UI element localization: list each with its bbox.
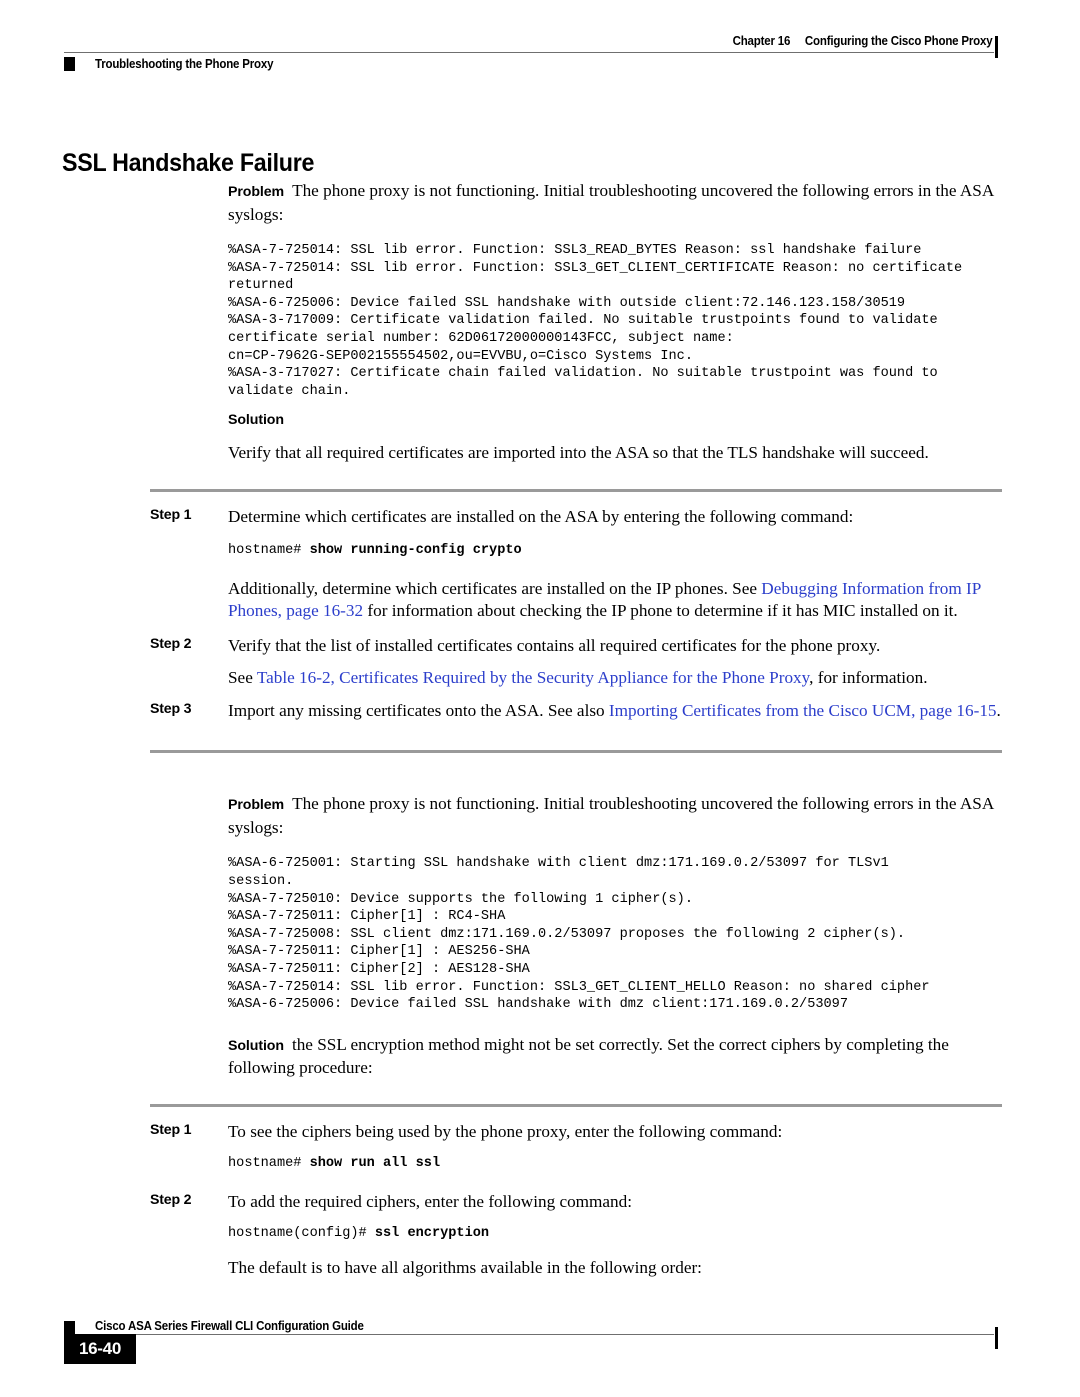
followup-post: for information about checking the IP ph… bbox=[363, 601, 958, 621]
step-text: Determine which certificates are install… bbox=[228, 506, 854, 526]
problem-text-1: The phone proxy is not functioning. Init… bbox=[228, 181, 994, 224]
header-chapter-number: Chapter 16 bbox=[732, 34, 790, 48]
syslog-line: validate chain. bbox=[228, 383, 351, 399]
header-chapter: Chapter 16 Configuring the Cisco Phone Pr… bbox=[732, 34, 992, 48]
cli-command-text: show run all ssl bbox=[309, 1156, 441, 1172]
header-chapter-title: Configuring the Cisco Phone Proxy bbox=[804, 34, 992, 48]
syslog-line: %ASA-7-725011: Cipher[1] : RC4-SHA bbox=[228, 909, 506, 925]
page-header: Chapter 16 Configuring the Cisco Phone Pr… bbox=[0, 0, 1080, 88]
page-title: SSL Handshake Failure bbox=[62, 148, 315, 177]
problem-label-2: Problem bbox=[228, 797, 285, 814]
solution-text-2: the SSL encryption method might not be s… bbox=[228, 1034, 949, 1078]
step-label: Step 1 bbox=[150, 1121, 192, 1138]
solution-text-1: Verify that all required certificates ar… bbox=[228, 443, 929, 463]
page-footer: Cisco ASA Series Firewall CLI Configurat… bbox=[0, 1287, 1080, 1397]
problem-paragraph-1: Problem The phone proxy is not functionin… bbox=[228, 180, 1002, 226]
step-text: Import any missing certificates onto the… bbox=[228, 700, 1002, 723]
problem-paragraph-2: Problem The phone proxy is not functionin… bbox=[228, 793, 1002, 839]
step-subnote-2: See Table 16-2, Certificates Required by… bbox=[228, 667, 1002, 690]
syslog-line: %ASA-6-725006: Device failed SSL handsha… bbox=[228, 295, 906, 311]
step-text: Verify that the list of installed certif… bbox=[228, 635, 881, 655]
step-followup-1: Additionally, determine which certificat… bbox=[228, 578, 1002, 623]
step-label: Step 2 bbox=[150, 635, 192, 652]
syslog-line: session. bbox=[228, 874, 294, 890]
followup-pre: Additionally, determine which certificat… bbox=[228, 578, 762, 598]
problem-label-1: Problem bbox=[228, 184, 285, 200]
syslog-line: %ASA-3-717027: Certificate chain failed … bbox=[228, 366, 938, 382]
syslog-line: %ASA-6-725001: Starting SSL handshake wi… bbox=[228, 856, 889, 872]
syslog-block-2: %ASA-6-725001: Starting SSL handshake wi… bbox=[228, 855, 1020, 1013]
header-bullet-icon bbox=[64, 57, 75, 71]
cli-prompt: hostname(config)# bbox=[228, 1226, 375, 1242]
step-row: Step 2 To add the required ciphers, ente… bbox=[150, 1191, 1002, 1214]
cli-command-1: hostname# show running-config crypto bbox=[228, 542, 1080, 560]
closing-paragraph: The default is to have all algorithms av… bbox=[228, 1257, 702, 1277]
footer-guide-title: Cisco ASA Series Firewall CLI Configurat… bbox=[95, 1319, 364, 1333]
syslog-line: cn=CP-7962G-SEP002155554502,ou=EVVBU,o=C… bbox=[228, 348, 693, 364]
syslog-block-1: %ASA-7-725014: SSL lib error. Function: … bbox=[228, 242, 1020, 400]
xref-table-16-2-link[interactable]: Table 16-2, Certificates Required by the… bbox=[257, 668, 809, 687]
header-divider bbox=[64, 52, 994, 53]
step-row: Step 2 Verify that the list of installed… bbox=[150, 635, 1002, 658]
header-end-marker bbox=[995, 36, 998, 58]
problem-text-2: The phone proxy is not functioning. Init… bbox=[228, 794, 994, 837]
cli-command-2: hostname# show run all ssl bbox=[228, 1155, 1080, 1173]
step-row: Step 1 To see the ciphers being used by … bbox=[150, 1121, 1002, 1144]
syslog-line: certificate serial number: 62D0617200000… bbox=[228, 330, 734, 346]
step-row: Step 3 Import any missing certificates o… bbox=[150, 700, 1002, 723]
step-label: Step 1 bbox=[150, 506, 192, 523]
cli-command-text: ssl encryption bbox=[374, 1226, 490, 1242]
document-page: Chapter 16 Configuring the Cisco Phone Pr… bbox=[0, 0, 1080, 1397]
cli-prompt: hostname# bbox=[228, 1156, 310, 1172]
syslog-line: %ASA-7-725008: SSL client dmz:171.169.0.… bbox=[228, 926, 906, 942]
page-content: Problem The phone proxy is not functionin… bbox=[0, 180, 1080, 1279]
footer-divider bbox=[64, 1334, 994, 1335]
syslog-line: returned bbox=[228, 278, 294, 294]
cli-command-text: show running-config crypto bbox=[309, 543, 522, 559]
step-text: To see the ciphers being used by the pho… bbox=[228, 1121, 783, 1141]
syslog-line: %ASA-7-725014: SSL lib error. Function: … bbox=[228, 260, 963, 276]
step-label: Step 3 bbox=[150, 700, 192, 717]
cli-prompt: hostname# bbox=[228, 543, 310, 559]
solution-paragraph-2: Solution the SSL encryption method might … bbox=[228, 1034, 1002, 1080]
syslog-line: %ASA-7-725014: SSL lib error. Function: … bbox=[228, 243, 922, 258]
syslog-line: %ASA-7-725011: Cipher[2] : AES128-SHA bbox=[228, 962, 530, 977]
cli-command-3: hostname(config)# ssl encryption bbox=[228, 1225, 1080, 1243]
step-text: To add the required ciphers, enter the f… bbox=[228, 1191, 633, 1211]
solution-label-2: Solution bbox=[228, 1037, 284, 1054]
page-number-badge: 16-40 bbox=[64, 1334, 136, 1364]
header-section-title: Troubleshooting the Phone Proxy bbox=[95, 57, 274, 71]
step-label: Step 2 bbox=[150, 1191, 192, 1208]
syslog-line: %ASA-3-717009: Certificate validation fa… bbox=[228, 313, 938, 329]
step-row: Step 1 Determine which certificates are … bbox=[150, 506, 1002, 529]
footer-end-marker bbox=[995, 1327, 998, 1349]
syslog-line: %ASA-7-725010: Device supports the follo… bbox=[228, 891, 693, 907]
syslog-line: %ASA-7-725014: SSL lib error. Function: … bbox=[228, 979, 930, 995]
subnote-post: , for information. bbox=[809, 668, 928, 688]
step3-pre: Import any missing certificates onto the… bbox=[228, 700, 609, 720]
syslog-line: %ASA-7-725011: Cipher[1] : AES256-SHA bbox=[228, 944, 530, 960]
step3-post: . bbox=[996, 700, 1001, 720]
xref-importing-certificates-link[interactable]: Importing Certificates from the Cisco UC… bbox=[609, 701, 997, 720]
subnote-pre: See bbox=[228, 668, 257, 688]
solution-label-1: Solution bbox=[228, 412, 284, 429]
footer-bullet-icon bbox=[64, 1321, 75, 1335]
syslog-line: %ASA-6-725006: Device failed SSL handsha… bbox=[228, 997, 848, 1013]
